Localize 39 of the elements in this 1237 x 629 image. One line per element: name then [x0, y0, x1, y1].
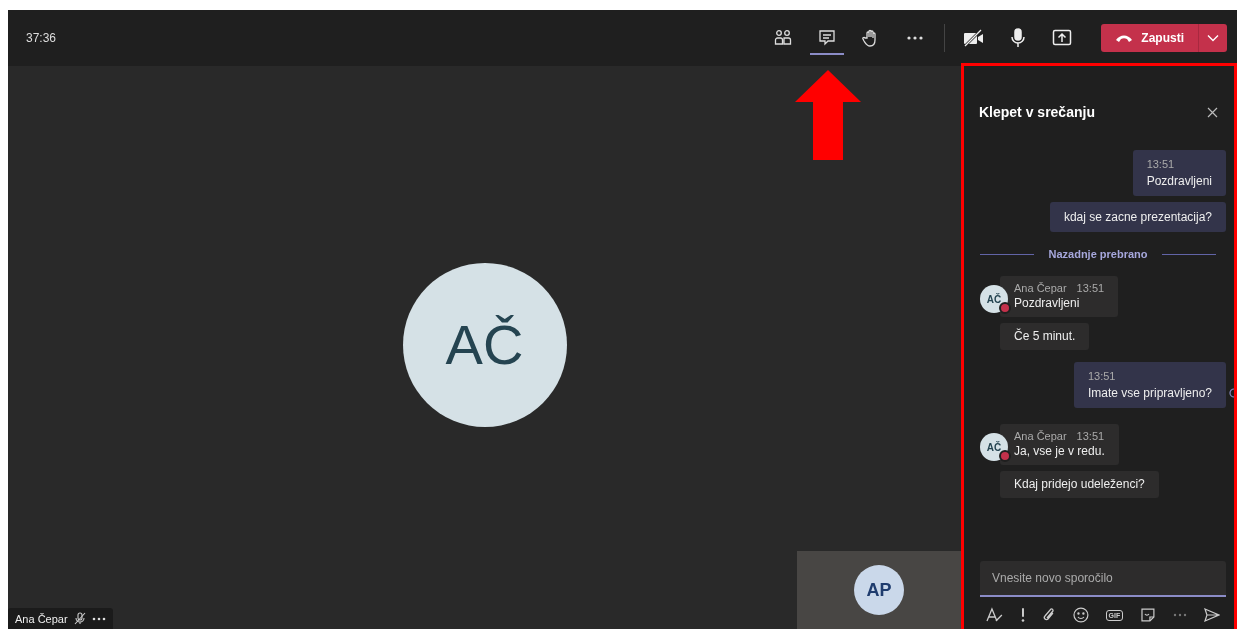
status-dot — [999, 302, 1011, 314]
leave-button[interactable]: Zapusti — [1101, 24, 1227, 52]
message-text: Ja, vse je v redu. — [1014, 444, 1105, 458]
people-icon[interactable] — [774, 29, 793, 47]
emoji-icon[interactable] — [1072, 607, 1089, 623]
message-input[interactable]: Vnesite novo sporočilo — [980, 561, 1226, 597]
message-time: 13:51 — [1076, 282, 1105, 294]
important-icon[interactable] — [1020, 608, 1025, 622]
message-text: Kdaj pridejo udeleženci? — [1014, 477, 1145, 491]
avatar: AČ — [980, 433, 1008, 461]
chat-title: Klepet v srečanju — [979, 104, 1095, 120]
call-timer: 37:36 — [26, 31, 57, 45]
status-dot — [999, 450, 1011, 462]
message-time: 13:51 — [1076, 430, 1105, 442]
message-author: Ana Čepar — [1014, 282, 1067, 296]
message-text: Pozdravljeni — [1146, 174, 1212, 188]
last-read-label: Nazadnje prebrano — [1048, 248, 1148, 260]
message-author: Ana Čepar — [1014, 430, 1067, 444]
message-time: 13:51 — [1087, 370, 1116, 382]
paperclip-icon[interactable] — [1041, 607, 1056, 623]
avatar: AČ — [402, 262, 567, 427]
chat-icon[interactable] — [818, 29, 837, 47]
avatar: AČ — [980, 285, 1008, 313]
message-time: 13:51 — [1146, 158, 1175, 170]
avatar: AP — [854, 565, 904, 615]
message-text: Pozdravljeni — [1014, 296, 1081, 310]
participant-name: Ana Čepar — [15, 612, 68, 625]
send-icon[interactable] — [1204, 608, 1220, 622]
format-icon[interactable] — [986, 607, 1004, 623]
more-icon[interactable] — [91, 616, 106, 621]
message-text: Če 5 minut. — [1014, 329, 1076, 343]
mic-icon[interactable] — [1009, 28, 1028, 48]
sticker-icon[interactable] — [1140, 607, 1157, 623]
share-screen-icon[interactable] — [1052, 29, 1073, 47]
camera-off-icon[interactable] — [963, 29, 986, 47]
phone-icon — [1115, 33, 1134, 43]
message-text: Imate vse pripravljeno? — [1087, 386, 1212, 400]
message-text: kdaj se zacne prezentacija? — [1063, 210, 1212, 224]
close-icon[interactable] — [1207, 106, 1218, 118]
